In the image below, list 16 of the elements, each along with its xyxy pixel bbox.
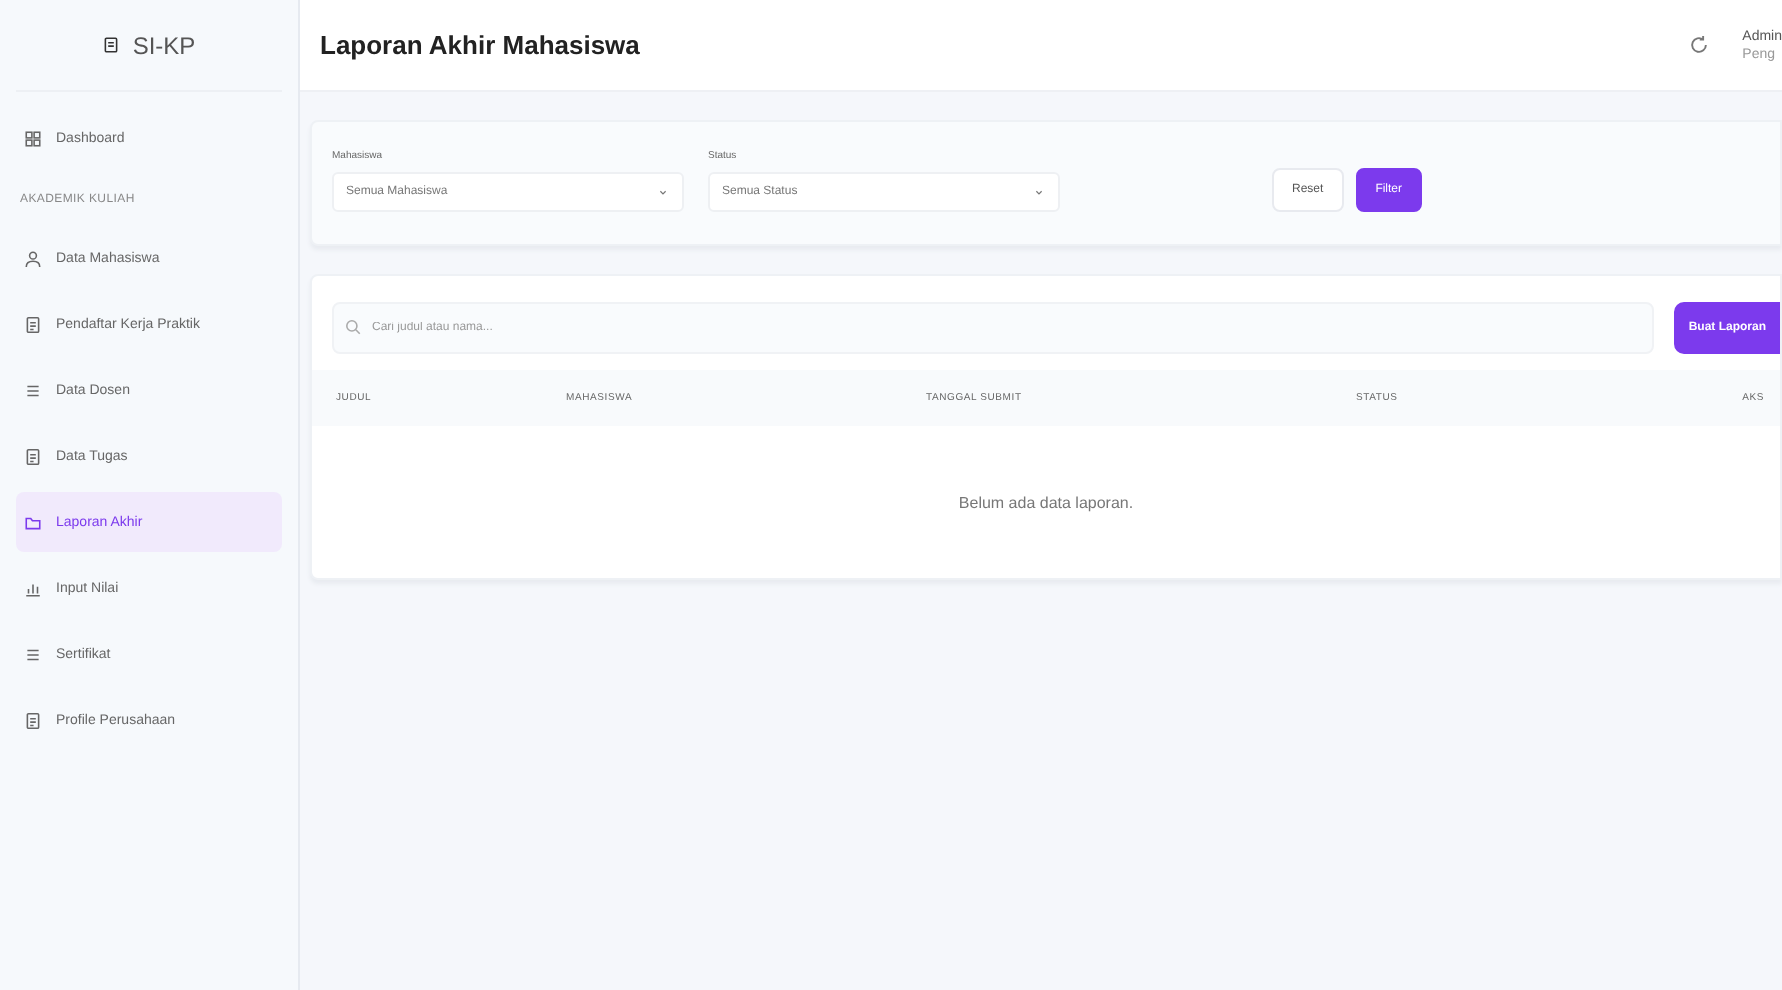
caret-icon [1032,185,1046,199]
grid-icon [24,129,42,147]
document-icon [24,711,42,729]
document-icon [24,447,42,465]
empty-message: Belum ada data laporan. [956,491,1136,516]
refresh-icon [1688,34,1711,56]
document-icon [24,315,42,333]
logo-icon [102,36,121,54]
list-icon [24,645,42,663]
chart-icon [24,579,42,597]
list-icon [24,381,42,399]
user-icon [24,249,42,267]
page-title: Laporan Akhir Mahasiswa [320,30,640,60]
app-logo: SI-KP [132,31,196,59]
folder-icon [24,513,42,531]
caret-icon [656,185,670,199]
